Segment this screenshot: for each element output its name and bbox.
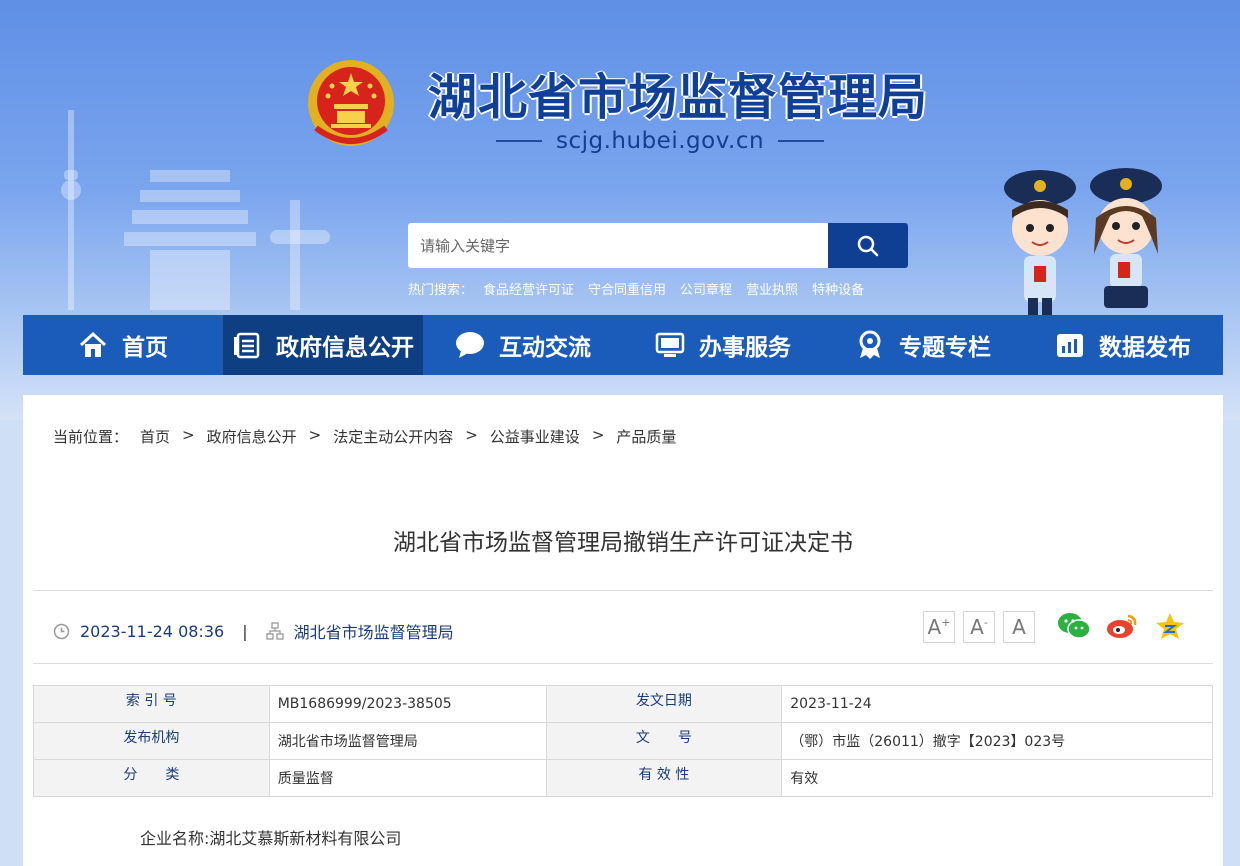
bar-chart-icon [1055,330,1085,360]
breadcrumb-separator: > [308,426,322,444]
weibo-icon[interactable] [1105,609,1139,643]
qzone-icon[interactable] [1153,609,1187,643]
nav-item-label: 办事服务 [699,335,791,361]
home-icon [78,330,108,360]
hot-search-term[interactable]: 公司章程 [680,279,732,298]
font-reset-button[interactable]: A [1003,611,1035,643]
table-value-cell: 2023-11-24 [781,685,1213,723]
font-size-tools: A + A- A [923,611,1043,643]
breadcrumb-separator: > [465,426,478,444]
domain-divider-left [496,140,542,142]
meta-separator: | [242,621,248,641]
divider [33,663,1213,664]
nav-item-gov-info[interactable]: 政府信息公开 [223,315,423,375]
table-value-cell: 湖北省市场监督管理局 [268,722,547,760]
main-content: 当前位置： 首页 > 政府信息公开 > 法定主动公开内容 > 公益事业建设 > … [23,395,1223,866]
article-source: 湖北省市场监督管理局 [293,623,454,642]
nav-item-label: 互动交流 [499,335,591,361]
search-bar [408,223,908,268]
monitor-icon [655,330,685,360]
search-icon [857,235,879,256]
breadcrumb-link[interactable]: 政府信息公开 [207,426,297,447]
breadcrumb-separator: > [182,426,195,444]
table-label-cell: 分 类 [33,759,270,797]
breadcrumb-separator: > [591,426,605,444]
main-nav: 首页 政府信息公开 互动交流 办事服务 专题专栏 数据发布 [23,315,1223,375]
table-row: 分 类 质量监督 有 效 性 有效 [33,759,1213,797]
document-info-table: 索 引 号 MB1686999/2023-38505 发文日期 2023-11-… [33,685,1213,797]
table-value-cell: （鄂）市监（26011）撤字【2023】023号 [781,722,1213,760]
nav-item-interaction[interactable]: 互动交流 [423,315,623,375]
site-title: 湖北省市场监督管理局 [428,69,929,126]
hot-search-label: 热门搜索： [408,283,474,298]
hot-search-list: 热门搜索： 食品经营许可证 守合同重信用 公司章程 营业执照 特种设备 [408,279,878,298]
breadcrumb-link[interactable]: 法定主动公开内容 [333,426,453,447]
breadcrumb-link[interactable]: 产品质量 [616,426,676,447]
table-value-cell: 质量监督 [268,759,547,797]
font-increase-button[interactable]: A + [923,611,955,643]
article-title: 湖北省市场监督管理局撤销生产许可证决定书 [393,530,853,556]
nav-item-label: 政府信息公开 [276,335,414,361]
city-skyline-decoration [61,110,330,310]
breadcrumb-link[interactable]: 首页 [140,426,170,447]
mascot-officers-illustration [1004,168,1162,316]
table-label-cell: 索 引 号 [33,685,270,723]
nav-item-services[interactable]: 办事服务 [623,315,823,375]
article-meta: 2023-11-24 08:36 | 湖北省市场监督管理局 [53,619,454,643]
font-decrease-button[interactable]: A- [963,611,995,643]
nav-item-home[interactable]: 首页 [23,315,223,375]
company-name-line: 企业名称:湖北艾慕斯新材料有限公司 [140,829,402,848]
breadcrumb: 当前位置： 首页 > 政府信息公开 > 法定主动公开内容 > 公益事业建设 > … [53,426,676,447]
nav-item-label: 专题专栏 [899,335,991,361]
search-button[interactable] [828,223,908,268]
hot-search-term[interactable]: 特种设备 [812,279,864,298]
table-label-cell: 有 效 性 [545,759,783,797]
nav-item-label: 首页 [122,335,168,361]
table-label-cell: 文 号 [545,722,783,760]
site-domain-row: scjg.hubei.gov.cn [496,128,825,154]
table-row: 索 引 号 MB1686999/2023-38505 发文日期 2023-11-… [33,685,1213,723]
wechat-icon[interactable] [1057,609,1091,643]
hot-search-term[interactable]: 营业执照 [746,279,798,298]
table-value-cell: MB1686999/2023-38505 [268,685,547,723]
domain-divider-right [778,140,825,142]
org-structure-icon [265,622,284,640]
share-icons [1057,609,1201,643]
table-value-cell: 有效 [781,759,1213,797]
nav-item-topics[interactable]: 专题专栏 [823,315,1023,375]
breadcrumb-label: 当前位置： [53,428,129,446]
breadcrumb-link[interactable]: 公益事业建设 [490,426,580,447]
publish-datetime: 2023-11-24 08:36 [80,621,225,641]
hot-search-term[interactable]: 食品经营许可证 [483,279,574,298]
hot-search-term[interactable]: 守合同重信用 [588,279,666,298]
table-row: 发布机构 湖北省市场监督管理局 文 号 （鄂）市监（26011）撤字【2023】… [33,722,1213,760]
nav-item-label: 数据发布 [1099,335,1191,361]
document-list-icon [232,330,262,360]
site-domain: scjg.hubei.gov.cn [556,128,765,154]
nav-item-data[interactable]: 数据发布 [1023,315,1223,375]
ribbon-badge-icon [855,330,885,360]
divider [33,590,1213,591]
chat-bubble-icon [455,330,485,360]
table-label-cell: 发布机构 [33,722,270,760]
table-label-cell: 发文日期 [545,685,783,723]
clock-icon [53,623,70,640]
search-input[interactable] [408,223,828,268]
national-emblem-logo [308,60,394,146]
